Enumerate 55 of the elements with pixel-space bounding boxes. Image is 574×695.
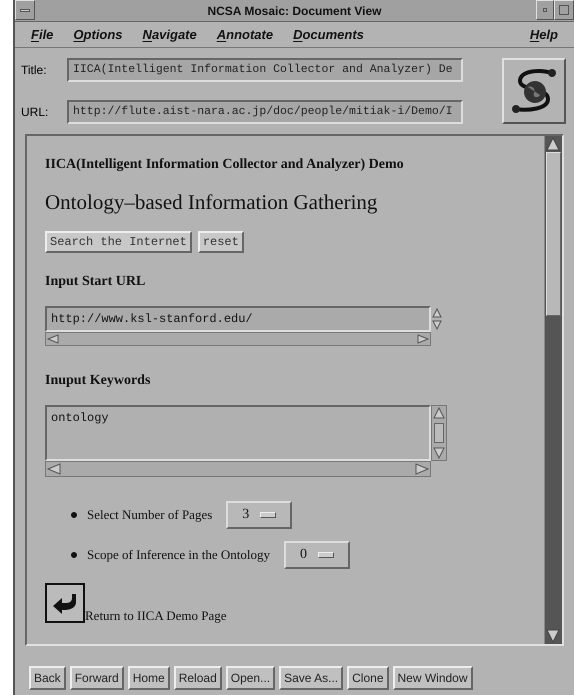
return-arrow-icon xyxy=(52,592,78,614)
window-title: NCSA Mosaic: Document View xyxy=(207,2,382,20)
field-label: Input Start URL xyxy=(45,272,146,290)
up-arrow-icon[interactable] xyxy=(545,136,561,152)
reset-button[interactable]: reset xyxy=(198,230,244,252)
bullet-icon xyxy=(71,552,77,558)
title-label: Title: xyxy=(21,62,48,79)
menu-item[interactable]: Navigate xyxy=(132,24,207,44)
page-title: Ontology–based Information Gathering xyxy=(45,189,378,216)
toolbar-button[interactable]: Reload xyxy=(174,666,222,690)
start-url-field[interactable]: http://www.ksl-stanford.edu/ xyxy=(45,306,431,332)
maximize-button[interactable] xyxy=(554,0,574,20)
menu-item[interactable]: File xyxy=(21,24,64,44)
dropdown-indicator-icon xyxy=(260,512,276,518)
toolbar-button[interactable]: Open... xyxy=(226,666,276,690)
menu-item[interactable]: Annotate xyxy=(206,24,284,44)
option-label: Select Number of Pages xyxy=(87,506,212,524)
dropdown-indicator-icon xyxy=(318,552,334,558)
down-arrow-icon[interactable] xyxy=(545,628,561,644)
menu-item[interactable]: Documents xyxy=(283,24,374,44)
bullet-icon xyxy=(71,512,77,518)
option-dropdown[interactable]: 0 xyxy=(284,540,350,568)
toolbar-button[interactable]: Save As... xyxy=(279,666,344,690)
field-label: Inuput Keywords xyxy=(45,372,152,390)
menu-item[interactable]: Help xyxy=(520,24,568,44)
toolbar-button[interactable]: Back xyxy=(29,666,66,690)
right-arrow-icon[interactable] xyxy=(417,334,429,344)
menu-item[interactable]: Options xyxy=(63,24,133,44)
down-arrow-icon[interactable] xyxy=(433,446,445,458)
minimize-button[interactable] xyxy=(536,0,554,20)
search-button[interactable]: Search the Internet xyxy=(45,230,192,252)
window-menu-button[interactable] xyxy=(15,0,35,20)
url-field[interactable]: http://flute.aist-nara.ac.jp/doc/people/mitiak-i/Demo/I xyxy=(67,100,463,124)
option-dropdown[interactable]: 3 xyxy=(226,500,292,528)
return-arrow-button[interactable] xyxy=(45,582,85,622)
return-link[interactable]: Return to IICA Demo Page xyxy=(85,608,227,622)
page-heading: IICA(Intelligent Information Collector and Analyzer) Demo xyxy=(45,156,405,174)
title-field[interactable]: IICA(Intelligent Information Collector and Analyzer) De xyxy=(67,58,463,82)
keywords-text-area[interactable]: ontology xyxy=(45,404,431,460)
left-arrow-icon[interactable] xyxy=(47,334,59,344)
spin-arrows-icon[interactable] xyxy=(431,306,443,332)
option-label: Scope of Inference in the Ontology xyxy=(87,546,270,564)
toolbar-button[interactable]: Forward xyxy=(70,666,124,690)
vertical-scrollbar[interactable] xyxy=(431,404,447,460)
toolbar-button[interactable]: New Window xyxy=(392,666,473,690)
globe-logo-button[interactable] xyxy=(502,58,566,124)
right-arrow-icon[interactable] xyxy=(415,462,429,474)
left-arrow-icon[interactable] xyxy=(47,462,61,474)
url-label: URL: xyxy=(21,104,50,121)
toolbar-button[interactable]: Home xyxy=(128,666,170,690)
vertical-scrollbar[interactable] xyxy=(544,136,562,644)
horizontal-scrollbar[interactable] xyxy=(45,460,431,476)
toolbar-button[interactable]: Clone xyxy=(347,666,388,690)
horizontal-scrollbar[interactable] xyxy=(45,332,431,346)
up-arrow-icon[interactable] xyxy=(433,406,445,418)
